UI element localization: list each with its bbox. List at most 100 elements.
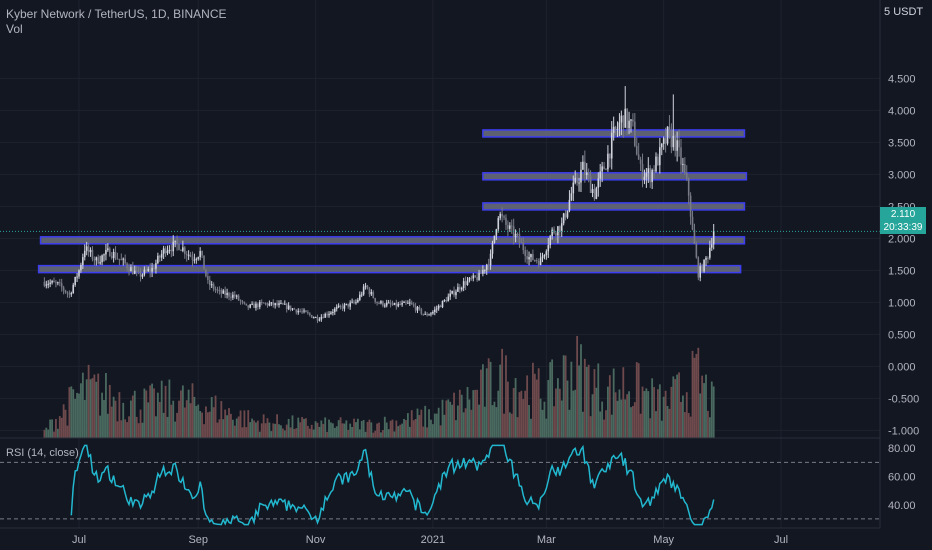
candle-body xyxy=(224,290,226,296)
volume-bar xyxy=(97,373,100,438)
volume-bar xyxy=(99,415,102,438)
volume-bar xyxy=(528,404,530,438)
candle-body xyxy=(362,286,365,295)
volume-bar xyxy=(566,380,569,438)
candle-body xyxy=(457,287,459,292)
rsi-label[interactable]: RSI (14, close) xyxy=(6,447,79,459)
candle-body xyxy=(89,249,92,253)
time-tick: Mar xyxy=(537,534,556,546)
candle-body xyxy=(91,249,94,259)
volume-bar xyxy=(707,410,709,438)
candle-body xyxy=(612,126,615,133)
volume-bar xyxy=(439,425,442,438)
candle-body xyxy=(349,302,351,307)
volume-bar xyxy=(166,416,169,438)
zone-1[interactable] xyxy=(39,236,746,245)
volume-bar xyxy=(72,389,75,438)
volume-bar xyxy=(630,407,632,438)
volume-bar xyxy=(133,390,136,438)
candle-body xyxy=(70,292,73,295)
candle-body xyxy=(585,172,588,176)
volume-bar xyxy=(657,389,659,438)
candle-body xyxy=(328,313,330,316)
volume-bar xyxy=(485,368,488,438)
volume-bar xyxy=(249,422,252,438)
volume-bar xyxy=(145,390,148,438)
volume-bar xyxy=(562,355,565,438)
volume-bar xyxy=(320,420,323,438)
candle-body xyxy=(382,301,384,306)
rsi-tick: 80.00 xyxy=(888,443,916,455)
volume-bar xyxy=(310,424,313,438)
volume-bar xyxy=(541,409,544,438)
volume-bar xyxy=(95,381,98,438)
volume-bar xyxy=(218,419,221,438)
candle-body xyxy=(182,247,184,251)
candle-body xyxy=(266,303,269,306)
symbol-title[interactable]: Kyber Network / TetherUS, 1D, BINANCE xyxy=(6,7,227,22)
chart-legend: Kyber Network / TetherUS, 1D, BINANCE Vo… xyxy=(6,7,227,37)
volume-bar xyxy=(272,423,275,438)
volume-bar xyxy=(639,413,642,438)
candle-body xyxy=(160,253,163,258)
volume-bar xyxy=(678,372,680,438)
candle-body xyxy=(332,311,334,313)
candle-body xyxy=(312,317,315,319)
volume-bar xyxy=(243,410,246,438)
volume-bar xyxy=(303,418,305,438)
volume-bar xyxy=(620,399,623,438)
rsi-line xyxy=(70,444,715,526)
volume-bar xyxy=(153,388,155,438)
volume-label[interactable]: Vol xyxy=(6,22,227,37)
zone-2[interactable] xyxy=(482,202,746,211)
candle-body xyxy=(212,284,215,290)
volume-bar xyxy=(220,401,223,438)
candle-body xyxy=(95,257,98,261)
volume-bar xyxy=(355,422,357,438)
candle-body xyxy=(189,254,192,257)
candle-body xyxy=(289,305,292,310)
volume-bar xyxy=(78,393,80,438)
price-tick: 4.000 xyxy=(888,105,916,117)
price-tick: -0.500 xyxy=(888,393,919,405)
candle-body xyxy=(441,300,444,308)
volume-bar xyxy=(328,419,330,438)
candle-body xyxy=(616,128,619,130)
chart-grid xyxy=(0,0,880,528)
candle-body xyxy=(641,164,644,180)
volume-bar xyxy=(641,386,644,438)
volume-bar xyxy=(324,417,327,438)
volume-bar xyxy=(245,427,248,438)
candle-body xyxy=(345,303,348,305)
candle-body xyxy=(172,241,175,252)
volume-bar xyxy=(547,379,550,438)
candle-body xyxy=(66,292,69,294)
volume-bar xyxy=(199,411,202,438)
candle-body xyxy=(283,303,286,305)
candle-body xyxy=(545,251,548,255)
candle-body xyxy=(241,301,244,303)
support-resistance-zones[interactable] xyxy=(37,129,748,274)
volume-bar xyxy=(433,413,436,438)
volume-bar xyxy=(622,367,625,438)
volume-bar xyxy=(93,374,96,438)
volume-bar xyxy=(189,403,192,438)
volume-bar xyxy=(287,418,290,438)
volume-bar xyxy=(76,392,78,438)
candle-body xyxy=(495,229,498,236)
trading-chart[interactable]: 4.5004.0003.5003.0002.5002.0001.5001.000… xyxy=(0,0,932,550)
candle-body xyxy=(576,177,578,183)
volume-bar xyxy=(276,414,278,438)
candle-body xyxy=(343,304,346,309)
volume-bar xyxy=(428,409,430,438)
volume-bar xyxy=(191,383,194,438)
zone-3[interactable] xyxy=(482,172,748,181)
volume-bar xyxy=(197,404,200,438)
volume-bar xyxy=(612,368,615,438)
volume-bar xyxy=(399,424,402,438)
volume-bar xyxy=(337,420,340,438)
volume-bar xyxy=(247,410,250,438)
last-price-badge: 2.110 20:33:39 xyxy=(880,207,926,234)
candle-body xyxy=(705,257,707,260)
volume-bar xyxy=(647,391,650,438)
